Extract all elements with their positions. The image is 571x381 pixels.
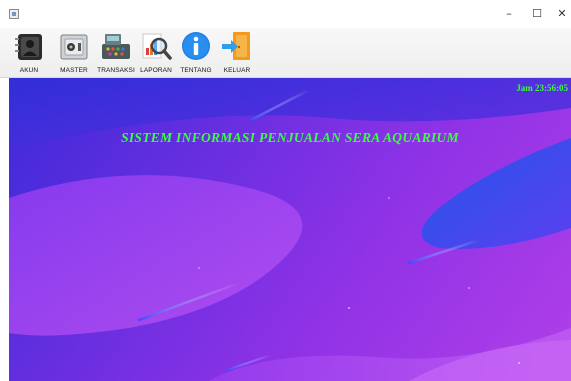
akun-label: AKUN	[19, 67, 39, 74]
akun-button[interactable]: AKUN	[12, 28, 46, 78]
tentang-button[interactable]: TENTANG	[178, 28, 214, 78]
main-desktop-panel: Jam 23:56:05 SISTEM INFORMASI PENJUALAN …	[9, 78, 571, 381]
keluar-button[interactable]: KELUAR	[219, 28, 255, 78]
transaksi-label: TRANSAKSI	[97, 67, 135, 74]
safe-icon	[60, 34, 88, 60]
maximize-button[interactable]: ☐	[526, 6, 548, 22]
tentang-label: TENTANG	[180, 67, 212, 74]
app-title-banner: SISTEM INFORMASI PENJUALAN SERA AQUARIUM	[121, 130, 459, 145]
info-icon	[182, 32, 210, 60]
master-button[interactable]: MASTER	[57, 28, 91, 78]
close-button[interactable]: ✕	[551, 6, 571, 22]
exit-door-icon	[222, 32, 250, 60]
decorative-background	[9, 78, 571, 381]
laporan-button[interactable]: LAPORAN	[139, 28, 173, 78]
main-toolbar: AKUN MASTER TRANSAKSI LAPORAN TENTANG KE…	[0, 28, 571, 78]
master-label: MASTER	[60, 67, 88, 74]
transaksi-button[interactable]: TRANSAKSI	[96, 28, 136, 78]
account-icon	[15, 34, 42, 60]
cash-register-icon	[102, 34, 130, 59]
laporan-label: LAPORAN	[140, 67, 172, 74]
app-icon	[9, 9, 19, 19]
report-magnifier-icon	[142, 33, 172, 60]
minimize-button[interactable]: –	[498, 6, 520, 22]
title-bar: – ☐ ✕	[0, 0, 571, 28]
clock-label: Jam 23:56:05	[516, 83, 568, 93]
keluar-label: KELUAR	[223, 67, 251, 74]
